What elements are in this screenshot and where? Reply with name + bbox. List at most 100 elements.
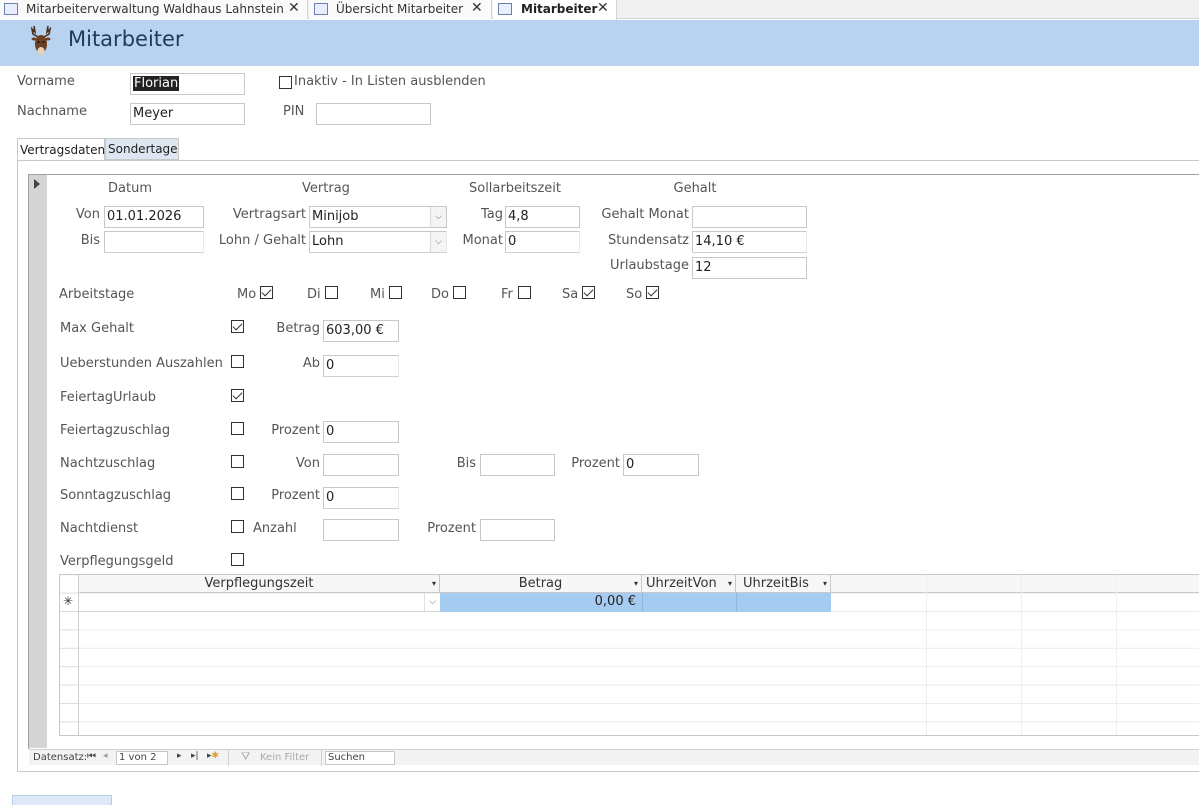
nachname-field[interactable]: Meyer <box>130 103 245 125</box>
nacht-bis-field[interactable] <box>480 454 555 476</box>
nachtdienst-prozent-field[interactable] <box>480 519 555 541</box>
nacht-von-field[interactable] <box>323 454 399 476</box>
ab-field[interactable]: 0 <box>323 355 399 377</box>
day-so-label: So <box>626 287 643 302</box>
tag-field[interactable]: 4,8 <box>505 206 580 228</box>
day-do-checkbox[interactable] <box>453 286 466 299</box>
close-icon[interactable]: ✕ <box>288 0 300 16</box>
last-record-icon[interactable]: ▸| <box>191 751 199 761</box>
monat-field[interactable]: 0 <box>505 231 580 253</box>
close-icon[interactable]: ✕ <box>471 0 483 16</box>
von-date-field[interactable]: 01.01.2026 <box>104 206 204 228</box>
lohn-gehalt-label: Lohn / Gehalt <box>218 233 306 248</box>
nachtzuschlag-checkbox[interactable] <box>231 455 244 468</box>
chevron-down-icon[interactable]: ⌵ <box>430 207 446 227</box>
column-header-betrag[interactable]: Betrag ▾ <box>440 575 642 593</box>
lohn-gehalt-combo[interactable]: Lohn ⌵ <box>309 231 447 253</box>
tab-mitarbeiter[interactable]: Mitarbeiter ✕ <box>493 0 617 20</box>
nachtdienst-checkbox[interactable] <box>231 520 244 533</box>
feiertagzuschlag-checkbox[interactable] <box>231 422 244 435</box>
chevron-down-icon[interactable]: ⌵ <box>430 232 446 252</box>
nachtdienst-label: Nachtdienst <box>60 521 139 536</box>
column-header-uhrzeitvon[interactable]: UhrzeitVon ▾ <box>642 575 736 593</box>
gehalt-monat-field[interactable] <box>692 206 807 228</box>
tab-mitarbeiterverwaltung[interactable]: Mitarbeiterverwaltung Waldhaus Lahnstein… <box>0 0 308 19</box>
form-header: Mitarbeiter <box>0 20 1199 66</box>
betrag-field[interactable]: 603,00 € <box>323 320 399 342</box>
tab-vertragsdaten[interactable]: Vertragsdaten <box>17 138 105 161</box>
grid-column-line <box>1021 575 1022 735</box>
verpflegungsgeld-checkbox[interactable] <box>231 553 244 566</box>
day-so-checkbox[interactable] <box>646 286 659 299</box>
stundensatz-label: Stundensatz <box>608 233 689 248</box>
filter-label[interactable]: Kein Filter <box>260 752 309 763</box>
column-header-uhrzeitbis[interactable]: UhrzeitBis ▾ <box>736 575 831 593</box>
new-record-nav-icon[interactable]: ▸✱ <box>207 751 219 761</box>
nacht-prozent-field[interactable]: 0 <box>623 454 699 476</box>
stundensatz-field[interactable]: 14,10 € <box>692 231 807 253</box>
record-selector[interactable] <box>29 175 47 748</box>
nachname-label: Nachname <box>17 104 87 119</box>
nav-separator <box>321 750 322 766</box>
sonntag-prozent-label: Prozent <box>271 488 320 503</box>
new-row-uhrzeitvon-cell[interactable] <box>642 593 736 612</box>
monat-label: Monat <box>462 233 503 248</box>
chevron-down-icon[interactable]: ⌵ <box>424 593 440 611</box>
form-icon <box>498 3 512 15</box>
inaktiv-label: Inaktiv - In Listen ausblenden <box>294 74 486 89</box>
pin-field[interactable] <box>316 103 431 125</box>
next-record-icon[interactable]: ▸ <box>177 751 182 761</box>
sort-arrow-icon[interactable]: ▾ <box>634 575 638 592</box>
vorname-value: Florian <box>133 76 180 91</box>
max-gehalt-checkbox[interactable] <box>231 320 244 333</box>
day-sa-checkbox[interactable] <box>582 286 595 299</box>
von-label: Von <box>75 207 100 222</box>
vertragsart-label: Vertragsart <box>232 207 306 222</box>
tab-sondertage[interactable]: Sondertage <box>105 138 179 160</box>
column-header-verpflegungszeit[interactable]: Verpflegungszeit ▾ <box>79 575 440 593</box>
new-row-uhrzeitbis-cell[interactable] <box>736 593 831 612</box>
sonntagzuschlag-checkbox[interactable] <box>231 487 244 500</box>
feiertagzuschlag-label: Feiertagzuschlag <box>60 423 171 438</box>
search-field[interactable]: Suchen <box>325 751 395 765</box>
day-sa-label: Sa <box>562 287 579 302</box>
sort-arrow-icon[interactable]: ▾ <box>432 575 436 592</box>
previous-record-icon[interactable]: ◂ <box>103 751 108 761</box>
day-di-checkbox[interactable] <box>325 286 338 299</box>
day-mo-checkbox[interactable] <box>260 286 273 299</box>
deer-logo-icon <box>26 24 56 58</box>
bottom-button[interactable] <box>12 795 112 805</box>
verpflegung-datasheet: Verpflegungszeit ▾ Betrag ▾ UhrzeitVon ▾… <box>59 574 1199 736</box>
feiertagurlaub-checkbox[interactable] <box>231 389 244 402</box>
header-datum: Datum <box>108 181 152 196</box>
sort-arrow-icon[interactable]: ▾ <box>823 575 827 592</box>
verpflegungsgeld-label: Verpflegungsgeld <box>60 554 174 569</box>
day-fr-checkbox[interactable] <box>518 286 531 299</box>
pin-label: PIN <box>283 104 305 119</box>
vorname-field[interactable]: Florian <box>130 73 245 95</box>
form-title: Mitarbeiter <box>68 27 184 51</box>
header-sollarbeitszeit: Sollarbeitszeit <box>468 181 561 196</box>
close-icon[interactable]: ✕ <box>597 0 609 16</box>
sonntagzuschlag-label: Sonntagzuschlag <box>60 488 172 503</box>
record-pointer-icon <box>34 179 40 189</box>
first-record-icon[interactable]: ⏮ <box>87 751 96 762</box>
form-icon <box>4 3 18 15</box>
new-row-betrag-cell[interactable]: 0,00 € <box>440 593 642 612</box>
bis-date-field[interactable] <box>104 231 204 253</box>
inaktiv-checkbox[interactable] <box>279 76 292 89</box>
anzahl-field[interactable] <box>323 519 399 541</box>
urlaubstage-field[interactable]: 12 <box>692 257 807 279</box>
verpflegungszeit-combo[interactable]: ⌵ <box>79 593 440 612</box>
feiertag-prozent-field[interactable]: 0 <box>323 421 399 443</box>
ueberstunden-label: Ueberstunden Auszahlen <box>60 356 223 371</box>
tab-uebersicht-mitarbeiter[interactable]: Übersicht Mitarbeiter ✕ <box>309 0 492 19</box>
sort-arrow-icon[interactable]: ▾ <box>728 575 732 592</box>
record-position-field[interactable]: 1 von 2 <box>116 751 168 765</box>
day-mi-checkbox[interactable] <box>389 286 402 299</box>
day-di-label: Di <box>307 287 321 302</box>
nav-separator <box>228 750 229 766</box>
ueberstunden-checkbox[interactable] <box>231 355 244 368</box>
vertragsart-combo[interactable]: Minijob ⌵ <box>309 206 447 228</box>
sonntag-prozent-field[interactable]: 0 <box>323 487 399 509</box>
